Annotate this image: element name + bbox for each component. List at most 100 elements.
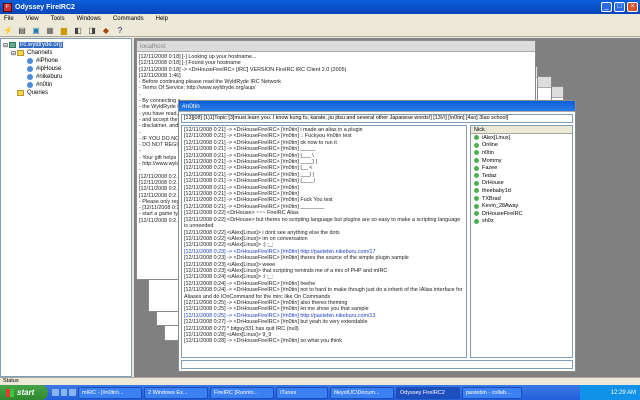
query-icon[interactable]: ▦ xyxy=(45,26,55,36)
nick-list[interactable]: Nick iAlex[Linux] Online n0tin Mommy Fazee Te… xyxy=(470,125,573,358)
quick-launch xyxy=(48,389,78,396)
quick-launch-icon[interactable] xyxy=(69,389,77,396)
nick-label: TXBrad xyxy=(482,195,501,202)
title-bar[interactable]: F Odyssey FireIRC2 _ □ × xyxy=(0,0,640,14)
nick-item[interactable]: n0tin xyxy=(471,149,572,157)
tree-server[interactable]: ⊟ irc.wyldryde.org xyxy=(3,41,129,49)
folder-icon xyxy=(17,50,24,56)
nick-label: sh0x xyxy=(482,218,494,225)
clock[interactable]: 12:29 AM xyxy=(611,390,636,396)
taskbar-item[interactable]: fileystUC\Docum... xyxy=(330,386,394,399)
nick-label: DrHouseFireIRC xyxy=(482,210,523,217)
user-icon xyxy=(474,173,479,179)
user-icon xyxy=(474,218,479,224)
taskbar-item-active[interactable]: Odyssey FireIRC2 xyxy=(396,386,460,399)
nick-label: Online xyxy=(482,142,498,149)
toolbar: ⚡ ▤ ▣ ▦ ▆ ◧ ◨ ◆ ? xyxy=(0,25,640,37)
server-icon xyxy=(9,42,16,48)
nick-label: theebaby1d xyxy=(482,187,511,194)
server-tree: ⊟ irc.wyldryde.org ⊟ Channels #iPhone #i… xyxy=(0,38,132,377)
user-icon xyxy=(474,158,479,164)
channel-icon xyxy=(27,58,33,64)
nick-item[interactable]: DrHouseFireIRC xyxy=(471,210,572,218)
message-input[interactable] xyxy=(181,360,573,369)
server-icon[interactable]: ▤ xyxy=(17,26,27,36)
tree-channel-item[interactable]: #n0tin xyxy=(3,81,129,89)
tree-queries[interactable]: Queries xyxy=(3,89,129,97)
channel-window[interactable]: #n0tin [13][08] [1)1]Topic [3]must learn… xyxy=(178,100,576,372)
status-window-title[interactable]: localhost xyxy=(137,41,535,52)
nick-list-header[interactable]: Nick xyxy=(471,126,572,134)
app-icon: F xyxy=(3,2,12,12)
nick-label: Kevin_28Away xyxy=(482,203,519,210)
folder-icon[interactable]: ▆ xyxy=(59,26,69,36)
nick-item[interactable]: TXBrad xyxy=(471,195,572,203)
windows-logo-icon xyxy=(6,388,14,397)
nick-item[interactable]: Mommy xyxy=(471,157,572,165)
app-window: F Odyssey FireIRC2 _ □ × File View Tools… xyxy=(0,0,640,400)
status-bar: Status xyxy=(0,377,640,385)
nick-item[interactable]: Fazee xyxy=(471,164,572,172)
taskbar-item[interactable]: 2 Windows Ex... xyxy=(144,386,208,399)
taskbar-item[interactable]: mIRC - [#n0tin\... xyxy=(78,386,142,399)
nick-item[interactable]: sh0x xyxy=(471,218,572,226)
plugin-icon[interactable]: ◆ xyxy=(101,26,111,36)
nick-item[interactable]: Tedaz xyxy=(471,172,572,180)
menu-view[interactable]: View xyxy=(26,16,39,22)
chat-log[interactable]: [12/11/2008 0:21] -> <DrHouseFireIRC> [#… xyxy=(181,125,467,358)
user-icon xyxy=(474,203,479,209)
window-title: Odyssey FireIRC2 xyxy=(15,3,75,11)
channel-icon xyxy=(27,74,33,80)
nick-item[interactable]: Kevin_28Away xyxy=(471,202,572,210)
nick-label: n0tin xyxy=(482,149,494,156)
channel-icon xyxy=(27,66,33,72)
user-icon xyxy=(474,150,479,156)
nick-label: Tedaz xyxy=(482,172,497,179)
quick-launch-icon[interactable] xyxy=(60,389,68,396)
nick-label: Mommy xyxy=(482,157,502,164)
chat-line: [12/11/2008 0:22] <DrHouse> but theres n… xyxy=(184,216,461,230)
channel-window-title[interactable]: #n0tin xyxy=(179,101,575,112)
tree-channels[interactable]: ⊟ Channels xyxy=(3,49,129,57)
menu-windows[interactable]: Windows xyxy=(77,16,101,22)
list-icon[interactable]: ◨ xyxy=(87,26,97,36)
menu-help[interactable]: Help xyxy=(156,16,168,22)
menu-file[interactable]: File xyxy=(4,16,14,22)
start-button[interactable]: start xyxy=(0,385,48,400)
quick-launch-icon[interactable] xyxy=(52,389,59,396)
nick-item[interactable]: iAlex[Linux] xyxy=(471,134,572,142)
chat-line: [12/11/2008 0:24] -> <DrHouseFireIRC> [#… xyxy=(184,287,463,300)
options-icon[interactable]: ◧ xyxy=(73,26,83,36)
taskbar-item[interactable]: iTunes xyxy=(276,386,328,399)
user-icon xyxy=(474,196,479,202)
channel-icon[interactable]: ▣ xyxy=(31,26,41,36)
folder-icon xyxy=(17,90,24,96)
taskbar: start mIRC - [#n0tin\... 2 Windows Ex...… xyxy=(0,385,640,400)
nick-label: DrHouse xyxy=(482,180,504,187)
user-icon xyxy=(474,165,479,171)
user-icon xyxy=(474,180,479,186)
nick-label: iAlex[Linux] xyxy=(482,134,511,141)
chat-line: [12/11/2008 0:28] -> <DrHouseFireIRC> [#… xyxy=(184,338,342,345)
tree-channel-item[interactable]: #nikeburu xyxy=(3,73,129,81)
help-icon[interactable]: ? xyxy=(115,26,125,36)
minimize-button[interactable]: _ xyxy=(601,2,612,12)
menu-bar: File View Tools Windows Commands Help xyxy=(0,14,640,24)
nick-item[interactable]: theebaby1d xyxy=(471,187,572,195)
taskbar-item[interactable]: FireIRC [Runnin... xyxy=(210,386,274,399)
tree-channel-item[interactable]: #iPhone xyxy=(3,57,129,65)
menu-commands[interactable]: Commands xyxy=(113,16,144,22)
nick-item[interactable]: DrHouse xyxy=(471,180,572,188)
nick-item[interactable]: Online xyxy=(471,142,572,150)
user-icon xyxy=(474,135,479,141)
tree-channel-item[interactable]: #ipHouse xyxy=(3,65,129,73)
connect-icon[interactable]: ⚡ xyxy=(3,26,13,36)
maximize-button[interactable]: □ xyxy=(614,2,625,12)
channel-topic[interactable]: [13][08] [1)1]Topic [3]must learn you. I… xyxy=(181,114,573,123)
close-button[interactable]: × xyxy=(627,2,638,12)
taskbar-item[interactable]: pastebin - collab... xyxy=(462,386,522,399)
nick-label: Fazee xyxy=(482,165,498,172)
channel-icon xyxy=(27,82,33,88)
menu-tools[interactable]: Tools xyxy=(51,16,65,22)
user-icon xyxy=(474,188,479,194)
